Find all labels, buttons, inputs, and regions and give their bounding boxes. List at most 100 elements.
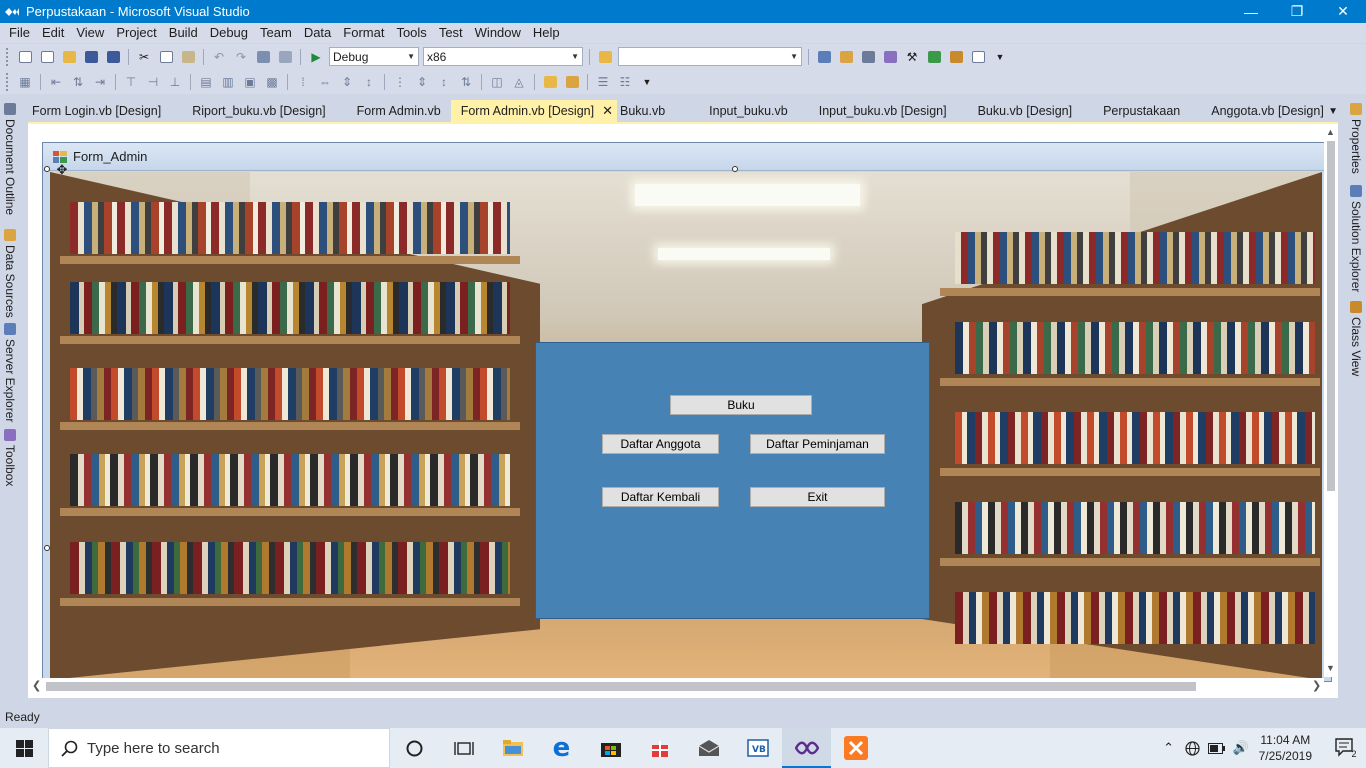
tab-order-icon[interactable]: ☰ [593,72,613,92]
make-same-size-icon[interactable]: ▣ [240,72,260,92]
toolbox-tab[interactable]: Toolbox [2,429,18,486]
tab-perpustakaan[interactable]: Perpustakaan [1082,100,1190,122]
menu-view[interactable]: View [70,23,110,43]
align-tops-icon[interactable]: ⊤ [121,72,141,92]
menu-panel[interactable]: Buku Daftar Anggota Daftar Peminjaman Da… [535,342,930,619]
horizontal-scrollbar[interactable]: ❮ ❯ [28,678,1324,694]
tab-form-login-design[interactable]: Form Login.vb [Design] [22,100,171,122]
mail-icon[interactable] [684,728,733,768]
decrease-horizontal-spacing-icon[interactable]: ⇕ [337,72,357,92]
menu-file[interactable]: File [3,23,36,43]
document-outline-tab[interactable]: Document Outline [2,103,18,215]
cortana-icon[interactable] [390,728,439,768]
vertical-spacing-equal-icon[interactable]: ⋮ [390,72,410,92]
close-icon[interactable]: ✕ [602,100,613,122]
lock-controls-icon[interactable]: ☷ [615,72,635,92]
taskbar-clock[interactable]: 11:04 AM 7/25/2019 [1259,732,1312,764]
resize-handle[interactable] [732,166,738,172]
increase-vertical-spacing-icon[interactable]: ⇕ [412,72,432,92]
copy-icon[interactable] [156,47,176,67]
solution-explorer-icon[interactable] [814,47,834,67]
toolbar-grip[interactable] [6,47,10,66]
tab-buku-design[interactable]: Buku.vb [Design] [957,100,1083,122]
configuration-select[interactable]: Debug ▼ [329,47,419,66]
save-icon[interactable] [81,47,101,67]
scrollbar-thumb[interactable] [1327,141,1335,491]
start-button[interactable] [0,728,48,768]
store-icon[interactable] [586,728,635,768]
scroll-up-icon[interactable]: ▲ [1326,127,1335,137]
toolbar-overflow-icon[interactable]: ▼ [990,47,1010,67]
find-combo[interactable]: ▼ [618,47,802,66]
menu-project[interactable]: Project [110,23,162,43]
globe-network-icon[interactable] [1181,728,1205,768]
menu-build[interactable]: Build [163,23,204,43]
minimize-button[interactable]: — [1228,0,1274,23]
remove-horizontal-spacing-icon[interactable]: ↕ [359,72,379,92]
menu-format[interactable]: Format [337,23,390,43]
find-in-files-icon[interactable] [595,47,615,67]
tools-icon[interactable]: ⚒ [902,47,922,67]
align-centers-icon[interactable]: ⇅ [68,72,88,92]
align-bottoms-icon[interactable]: ⊥ [165,72,185,92]
undo-icon[interactable]: ↶ [209,47,229,67]
align-rights-icon[interactable]: ⇥ [90,72,110,92]
resize-handle[interactable] [44,545,50,551]
center-horizontally-icon[interactable]: ◫ [487,72,507,92]
scroll-down-icon[interactable]: ▼ [1326,663,1335,673]
scroll-right-icon[interactable]: ❯ [1312,679,1321,692]
close-button[interactable]: ✕ [1320,0,1366,23]
align-to-grid-icon[interactable]: ▦ [15,72,35,92]
exit-button[interactable]: Exit [750,487,885,507]
menu-window[interactable]: Window [469,23,527,43]
vertical-scrollbar[interactable]: ▲ ▼ [1324,125,1338,677]
visual-studio-taskbar-icon[interactable] [782,728,831,768]
battery-icon[interactable] [1205,728,1229,768]
make-same-width-icon[interactable]: ▤ [196,72,216,92]
align-lefts-icon[interactable]: ⇤ [46,72,66,92]
action-center-icon[interactable]: 2 [1326,728,1366,768]
tab-list-dropdown-icon[interactable]: ▼ [1328,106,1338,117]
file-explorer-icon[interactable] [488,728,537,768]
increase-horizontal-spacing-icon[interactable]: ⇔ [315,72,335,92]
paste-icon[interactable] [178,47,198,67]
tab-form-admin-design[interactable]: Form Admin.vb [Design] ✕ [450,100,617,122]
resize-handle[interactable] [44,166,50,172]
size-to-grid-icon[interactable]: ▩ [262,72,282,92]
redo-icon[interactable]: ↷ [231,47,251,67]
horizontal-spacing-equal-icon[interactable]: ⁞ [293,72,313,92]
menu-test[interactable]: Test [433,23,469,43]
menu-debug[interactable]: Debug [204,23,254,43]
visual-basic-app-icon[interactable]: VB [733,728,782,768]
daftar-kembali-button[interactable]: Daftar Kembali [602,487,719,507]
edge-browser-icon[interactable]: e [537,728,586,768]
toolbox-icon[interactable] [880,47,900,67]
daftar-anggota-button[interactable]: Daftar Anggota [602,434,719,454]
task-view-icon[interactable] [439,728,488,768]
send-to-back-icon[interactable] [562,72,582,92]
solution-explorer-tab[interactable]: Solution Explorer [1348,185,1364,292]
decrease-vertical-spacing-icon[interactable]: ↕ [434,72,454,92]
tab-buku-code[interactable]: Buku.vb [617,100,675,122]
xampp-icon[interactable] [831,728,880,768]
scroll-left-icon[interactable]: ❮ [32,679,41,692]
object-browser-icon[interactable] [858,47,878,67]
toolbar-overflow-icon[interactable]: ▼ [637,72,657,92]
new-project-icon[interactable] [15,47,35,67]
cut-icon[interactable]: ✂ [134,47,154,67]
remove-vertical-spacing-icon[interactable]: ⇅ [456,72,476,92]
tab-input-buku-design[interactable]: Input_buku.vb [Design] [798,100,957,122]
menu-help[interactable]: Help [527,23,566,43]
class-view-tab[interactable]: Class View [1348,301,1364,376]
tab-riport-buku-design[interactable]: Riport_buku.vb [Design] [171,100,335,122]
save-all-icon[interactable] [103,47,123,67]
menu-edit[interactable]: Edit [36,23,70,43]
daftar-peminjaman-button[interactable]: Daftar Peminjaman [750,434,885,454]
window-layout-icon[interactable] [968,47,988,67]
bring-to-front-icon[interactable] [540,72,560,92]
properties-icon[interactable] [836,47,856,67]
import-icon[interactable] [924,47,944,67]
tray-chevron-up-icon[interactable]: ⌃ [1157,728,1181,768]
open-file-icon[interactable] [59,47,79,67]
scrollbar-thumb[interactable] [46,682,1196,691]
